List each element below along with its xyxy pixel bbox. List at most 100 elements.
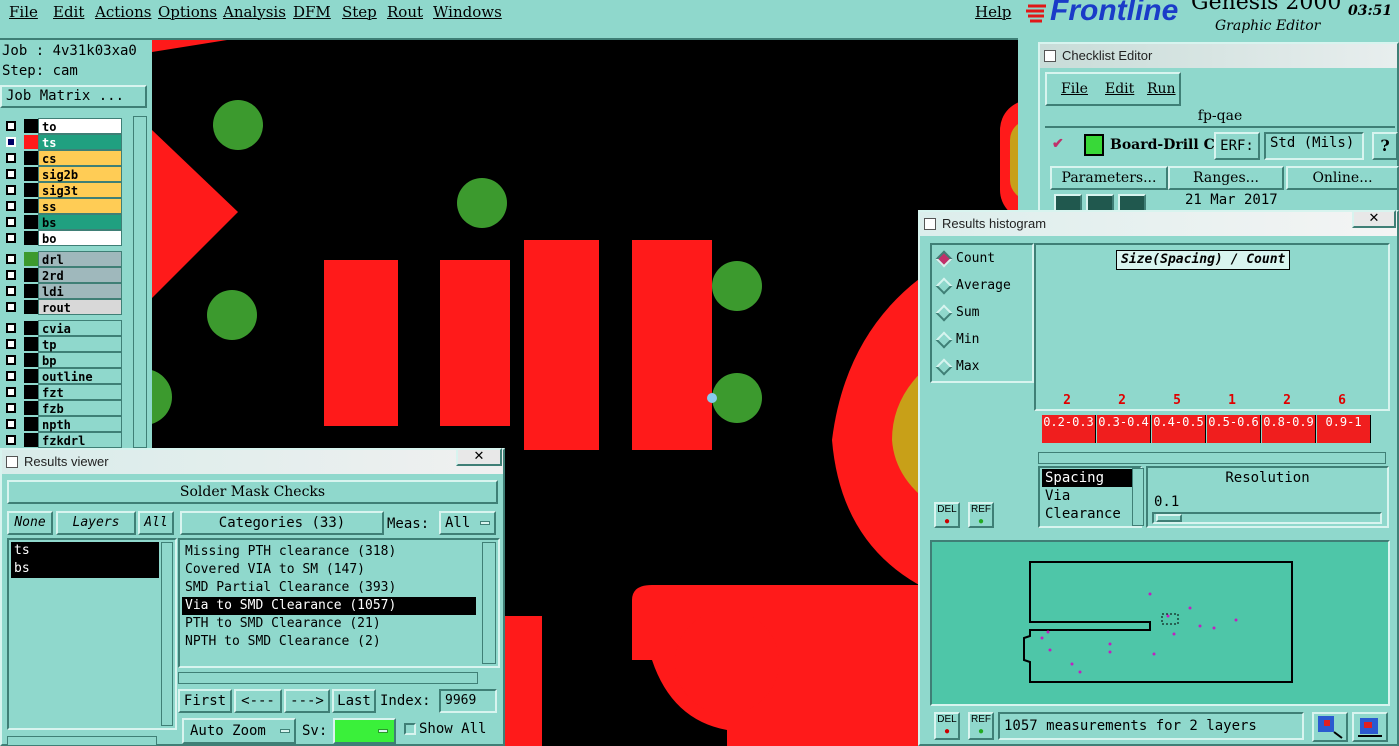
- layer-row-outline[interactable]: outline: [4, 368, 122, 384]
- measure-type-item[interactable]: Via: [1042, 487, 1138, 505]
- layer-checkbox[interactable]: [6, 254, 16, 264]
- menu-edit[interactable]: Edit: [53, 3, 84, 21]
- show-all-checkbox[interactable]: [404, 723, 416, 735]
- category-item[interactable]: PTH to SMD Clearance (21): [182, 615, 476, 633]
- layer-checkbox[interactable]: [6, 355, 16, 365]
- layer-row-drl[interactable]: drl: [4, 251, 122, 267]
- mode-radio-average[interactable]: [935, 277, 953, 295]
- layer-name[interactable]: bo: [38, 230, 122, 246]
- histogram-hscrollbar[interactable]: [1038, 452, 1386, 464]
- measure-type-scrollbar[interactable]: [1132, 468, 1144, 526]
- layer-name[interactable]: cs: [38, 150, 122, 166]
- layer-checkbox[interactable]: [6, 286, 16, 296]
- layer-color-swatch[interactable]: [24, 337, 38, 351]
- layer-name[interactable]: ldi: [38, 283, 122, 299]
- measure-type-item[interactable]: Spacing: [1042, 469, 1138, 487]
- layer-name[interactable]: fzkdrl: [38, 432, 122, 448]
- checklist-menu-file[interactable]: File: [1061, 81, 1088, 97]
- layer-color-swatch[interactable]: [24, 385, 38, 399]
- check-name[interactable]: Board-Drill Che: [1110, 137, 1214, 153]
- layer-color-swatch[interactable]: [24, 119, 38, 133]
- layer-name[interactable]: ts: [38, 134, 122, 150]
- first-button[interactable]: First: [178, 689, 232, 713]
- category-item[interactable]: Covered VIA to SM (147): [182, 561, 476, 579]
- categories-list[interactable]: Missing PTH clearance (318) Covered VIA t…: [178, 538, 500, 668]
- layer-color-swatch[interactable]: [24, 433, 38, 447]
- category-item[interactable]: NPTH to SMD Clearance (2): [182, 633, 476, 651]
- layer-row-bs[interactable]: bs: [4, 214, 122, 230]
- checklist-menu-run[interactable]: Run: [1147, 81, 1176, 97]
- layer-name[interactable]: fzb: [38, 400, 122, 416]
- layer-checkbox[interactable]: [6, 339, 16, 349]
- ref-button[interactable]: REF ●: [968, 712, 994, 740]
- mode-radio-sum[interactable]: [935, 304, 953, 322]
- mode-radio-count[interactable]: [935, 250, 953, 268]
- mode-radio-min[interactable]: [935, 331, 953, 349]
- prev-button[interactable]: <---: [234, 689, 282, 713]
- index-input[interactable]: 9969: [439, 689, 497, 713]
- next-button[interactable]: --->: [284, 689, 330, 713]
- bin-range[interactable]: 0.9-1: [1317, 415, 1371, 443]
- layer-checkbox[interactable]: [6, 387, 16, 397]
- bin-range[interactable]: 0.2-0.3: [1042, 415, 1096, 443]
- layer-color-swatch[interactable]: [24, 369, 38, 383]
- job-matrix-button[interactable]: Job Matrix ...: [0, 85, 147, 108]
- auto-zoom-select[interactable]: Auto Zoom: [182, 718, 296, 744]
- layer-name[interactable]: drl: [38, 251, 122, 267]
- layer-name[interactable]: bs: [38, 214, 122, 230]
- category-item[interactable]: Missing PTH clearance (318): [182, 543, 476, 561]
- layer-name[interactable]: bp: [38, 352, 122, 368]
- categories-button[interactable]: Categories (33): [180, 511, 384, 535]
- layer-checkbox[interactable]: [6, 233, 16, 243]
- layer-checkbox[interactable]: [6, 435, 16, 445]
- menu-windows[interactable]: Windows: [433, 3, 502, 21]
- del-button[interactable]: DEL ●: [934, 502, 960, 528]
- ref-button[interactable]: REF ●: [968, 502, 994, 528]
- help-button[interactable]: ?: [1372, 132, 1398, 160]
- layer-name[interactable]: cvia: [38, 320, 122, 336]
- layer-color-swatch[interactable]: [24, 167, 38, 181]
- del-button[interactable]: DEL ●: [934, 712, 960, 740]
- layer-checkbox[interactable]: [6, 217, 16, 227]
- layer-row-bo[interactable]: bo: [4, 230, 122, 246]
- layer-checkbox[interactable]: [6, 302, 16, 312]
- layer-checkbox[interactable]: [6, 419, 16, 429]
- layers-button[interactable]: Layers: [56, 511, 136, 535]
- slider-handle[interactable]: [1156, 514, 1182, 522]
- none-button[interactable]: None: [7, 511, 53, 535]
- layer-row-tp[interactable]: tp: [4, 336, 122, 352]
- layer-name[interactable]: to: [38, 118, 122, 134]
- layer-row-bp[interactable]: bp: [4, 352, 122, 368]
- layer-checkbox[interactable]: [6, 185, 16, 195]
- layers-list[interactable]: ts bs: [7, 538, 177, 730]
- checklist-menu-edit[interactable]: Edit: [1105, 81, 1134, 97]
- last-button[interactable]: Last: [332, 689, 376, 713]
- layer-checkbox[interactable]: [6, 153, 16, 163]
- layer-color-swatch[interactable]: [24, 183, 38, 197]
- categories-scrollbar[interactable]: [482, 542, 496, 664]
- layer-checkbox[interactable]: [6, 169, 16, 179]
- menu-options[interactable]: Options: [158, 3, 217, 21]
- layers-hscrollbar[interactable]: [7, 736, 157, 746]
- layer-row-to[interactable]: to: [4, 118, 122, 134]
- menu-help[interactable]: Help: [975, 3, 1011, 21]
- bin-range[interactable]: 0.3-0.4: [1097, 415, 1151, 443]
- layer-color-swatch[interactable]: [24, 252, 38, 266]
- measure-type-item[interactable]: Clearance: [1042, 505, 1138, 523]
- layer-name[interactable]: 2rd: [38, 267, 122, 283]
- resolution-slider[interactable]: [1152, 512, 1382, 524]
- menu-file[interactable]: File: [9, 3, 38, 21]
- checklist-editor-titlebar[interactable]: Checklist Editor: [1040, 44, 1397, 68]
- layer-color-swatch[interactable]: [24, 151, 38, 165]
- layer-name[interactable]: outline: [38, 368, 122, 384]
- bin-range[interactable]: 0.5-0.6: [1207, 415, 1261, 443]
- layer-list-item[interactable]: bs: [11, 560, 159, 578]
- menu-actions[interactable]: Actions: [95, 3, 151, 21]
- layer-name[interactable]: rout: [38, 299, 122, 315]
- layer-name[interactable]: npth: [38, 416, 122, 432]
- layer-row-sig3t[interactable]: sig3t: [4, 182, 122, 198]
- layer-checkbox[interactable]: [6, 403, 16, 413]
- layer-row-sig2b[interactable]: sig2b: [4, 166, 122, 182]
- all-button[interactable]: All: [138, 511, 174, 535]
- layer-row-ts[interactable]: ts: [4, 134, 122, 150]
